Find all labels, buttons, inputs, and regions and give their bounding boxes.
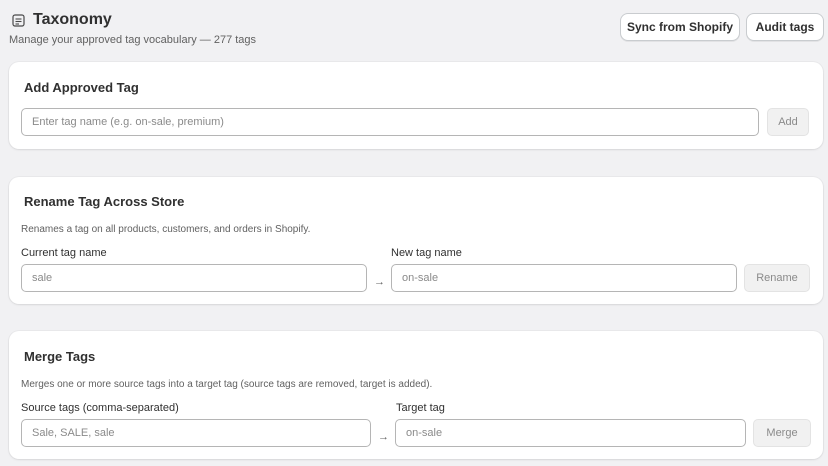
add-tag-card-title: Add Approved Tag	[24, 80, 139, 95]
title-row: Taxonomy	[11, 11, 112, 29]
tag-name-input[interactable]	[21, 108, 759, 136]
merge-tags-card: Merge Tags Merges one or more source tag…	[9, 331, 823, 459]
list-box-icon	[11, 13, 25, 27]
add-button[interactable]: Add	[767, 108, 809, 136]
rename-card-description: Renames a tag on all products, customers…	[21, 224, 311, 235]
rename-button[interactable]: Rename	[744, 264, 810, 292]
merge-button[interactable]: Merge	[753, 419, 811, 447]
new-tag-input[interactable]	[391, 264, 737, 292]
page-title: Taxonomy	[33, 11, 112, 28]
current-tag-label: Current tag name	[21, 247, 107, 259]
merge-card-title: Merge Tags	[24, 349, 96, 364]
taxonomy-page: Taxonomy Manage your approved tag vocabu…	[0, 0, 828, 466]
source-tags-input[interactable]	[21, 419, 371, 447]
sync-from-shopify-button[interactable]: Sync from Shopify	[620, 13, 740, 41]
arrow-right-icon: →	[378, 431, 389, 443]
audit-tags-button[interactable]: Audit tags	[746, 13, 824, 41]
rename-card-title: Rename Tag Across Store	[24, 194, 185, 209]
target-tag-label: Target tag	[396, 402, 445, 414]
rename-tag-card: Rename Tag Across Store Renames a tag on…	[9, 177, 823, 304]
target-tag-input[interactable]	[395, 419, 746, 447]
current-tag-input[interactable]	[21, 264, 367, 292]
merge-card-description: Merges one or more source tags into a ta…	[21, 379, 433, 390]
arrow-right-icon: →	[374, 276, 385, 288]
page-header: Taxonomy Manage your approved tag vocabu…	[0, 0, 828, 58]
page-subtitle: Manage your approved tag vocabulary — 27…	[9, 34, 257, 46]
new-tag-label: New tag name	[391, 247, 462, 259]
add-tag-card: Add Approved Tag Add	[9, 62, 823, 149]
source-tags-label: Source tags (comma-separated)	[21, 402, 179, 414]
